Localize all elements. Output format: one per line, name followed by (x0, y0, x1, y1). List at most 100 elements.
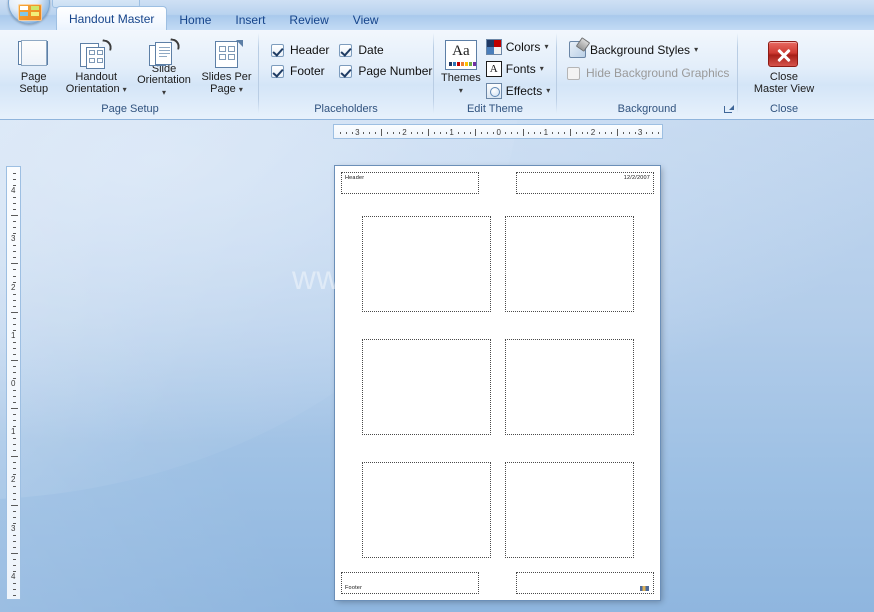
checkbox-hide-background-graphics[interactable]: Hide Background Graphics (567, 66, 729, 80)
close-label-line2: Master View (753, 82, 815, 95)
ruler-v-tick (13, 516, 16, 518)
ruler-h-label: 2 (590, 128, 596, 137)
date-placeholder[interactable]: 12/2/2007 (516, 172, 654, 194)
ruler-h-tick (510, 132, 512, 134)
slide-placeholder-2[interactable] (505, 216, 634, 312)
theme-fonts-label: Fonts (505, 61, 536, 76)
ruler-h-tick (528, 132, 530, 134)
theme-effects-button[interactable]: Effects ▾ (484, 80, 552, 101)
ruler-h-tick (646, 132, 648, 134)
ruler-v-label: 4 (11, 186, 16, 196)
ruler-v-tick (11, 263, 18, 265)
handout-orientation-button[interactable]: Handout Orientation ▾ (63, 33, 129, 99)
ruler-v-label: 2 (11, 282, 16, 292)
ribbon-tabs: Handout Master Home Insert Review View (56, 3, 391, 31)
ribbon: Page Setup Handout Orientation ▾ Slide O… (0, 30, 874, 120)
header-placeholder-text: Header (345, 175, 365, 181)
background-styles-button[interactable]: Background Styles ▾ (567, 39, 729, 60)
footer-placeholder[interactable]: Footer (341, 572, 479, 594)
group-label-placeholders: Placeholders (314, 103, 378, 115)
tab-insert[interactable]: Insert (223, 10, 277, 31)
tab-home[interactable]: Home (167, 10, 223, 31)
ruler-h-tick (569, 129, 571, 136)
themes-icon-text: Aa (452, 43, 470, 59)
tab-view[interactable]: View (341, 10, 391, 31)
group-label-edit-theme: Edit Theme (466, 103, 524, 115)
checkbox-box (339, 64, 353, 78)
ruler-h-tick (392, 132, 394, 134)
theme-colors-button[interactable]: Colors ▾ (484, 36, 552, 57)
checkbox-footer[interactable]: Footer (271, 64, 329, 78)
theme-fonts-button[interactable]: A Fonts ▾ (484, 58, 552, 79)
ruler-h-tick (658, 132, 660, 134)
ruler-v-tick (11, 552, 18, 554)
ruler-h-tick (363, 132, 365, 134)
ruler-v-tick (13, 498, 16, 500)
tab-label: Insert (235, 13, 266, 27)
tab-handout-master[interactable]: Handout Master (56, 6, 168, 31)
ruler-v-tick (13, 414, 16, 416)
slide-placeholder-6[interactable] (505, 462, 634, 558)
ruler-h-tick (375, 132, 377, 134)
ruler-h-tick (339, 132, 341, 134)
slide-placeholder-1[interactable] (362, 216, 491, 312)
slide-orientation-button[interactable]: Slide Orientation ▾ (133, 33, 195, 99)
page-setup-button[interactable]: Page Setup (8, 33, 59, 99)
ruler-h-tick (557, 132, 559, 134)
office-button[interactable] (8, 0, 50, 24)
checkbox-date[interactable]: Date (339, 43, 432, 57)
slides-per-page-button[interactable]: Slides Per Page ▾ (199, 33, 254, 99)
vertical-ruler[interactable]: 4 3 2 1 0 1 2 3 4 (6, 166, 21, 600)
powerpoint-window: Handout Master Home Insert Review View P… (0, 0, 874, 612)
ruler-v-tick (13, 299, 16, 301)
ruler-h-tick (652, 132, 654, 134)
ruler-v-tick (13, 293, 16, 295)
ruler-h-tick (475, 129, 477, 136)
page-number-placeholder[interactable] (516, 572, 654, 594)
ruler-h-tick (440, 132, 442, 134)
checkbox-header[interactable]: Header (271, 43, 329, 57)
close-master-view-button[interactable]: Close Master View (742, 33, 826, 99)
ruler-h-tick (587, 132, 589, 134)
slide-placeholder-4[interactable] (505, 339, 634, 435)
theme-effects-icon (485, 82, 502, 99)
background-styles-label: Background Styles (590, 42, 691, 57)
ruler-h-tick (493, 132, 495, 134)
ruler-h-tick (345, 132, 347, 134)
checkbox-label: Footer (290, 64, 325, 78)
slide-placeholder-5[interactable] (362, 462, 491, 558)
ruler-h-tick (369, 132, 371, 134)
ruler-h-label: 0 (496, 128, 501, 137)
themes-label: Themes (441, 72, 481, 84)
checkbox-box (271, 43, 284, 57)
header-placeholder[interactable]: Header (341, 172, 479, 194)
ruler-v-tick (13, 486, 16, 488)
checkbox-page-number[interactable]: Page Number (339, 64, 432, 78)
ruler-v-tick (11, 504, 18, 506)
slide-placeholder-3[interactable] (362, 339, 491, 435)
ruler-v-tick (13, 420, 16, 422)
ruler-v-tick (13, 203, 16, 205)
ruler-v-tick (13, 221, 16, 223)
tab-review[interactable]: Review (277, 10, 340, 31)
group-edit-theme: Aa Themes ▾ Colors ▾ A Fonts ▾ Effects ▾… (434, 31, 556, 117)
horizontal-ruler[interactable]: 3 2 1 0 1 2 3 (333, 124, 663, 139)
handout-master-page[interactable]: Header 12/2/2007 Footer (335, 166, 660, 600)
page-setup-label-line1: Page (20, 71, 47, 83)
background-swoosh-decoration-2 (0, 160, 350, 612)
ruler-h-tick (516, 132, 518, 134)
checkbox-box (339, 43, 353, 57)
ruler-h-tick (416, 132, 418, 134)
themes-button[interactable]: Aa Themes ▾ (440, 33, 482, 99)
handout-orientation-label-line1: Handout (75, 71, 117, 83)
ruler-v-label: 1 (11, 427, 16, 437)
ribbon-tab-strip: Handout Master Home Insert Review View (0, 0, 874, 31)
theme-swatches-icon (448, 62, 476, 66)
ruler-v-tick (13, 468, 16, 470)
checkbox-label: Header (290, 43, 330, 57)
ruler-h-tick (481, 132, 483, 134)
ruler-v-tick (13, 317, 16, 319)
background-dialog-launcher[interactable] (723, 104, 734, 115)
ruler-h-tick (622, 132, 624, 134)
handout-orientation-label-line2: Orientation (65, 82, 120, 95)
